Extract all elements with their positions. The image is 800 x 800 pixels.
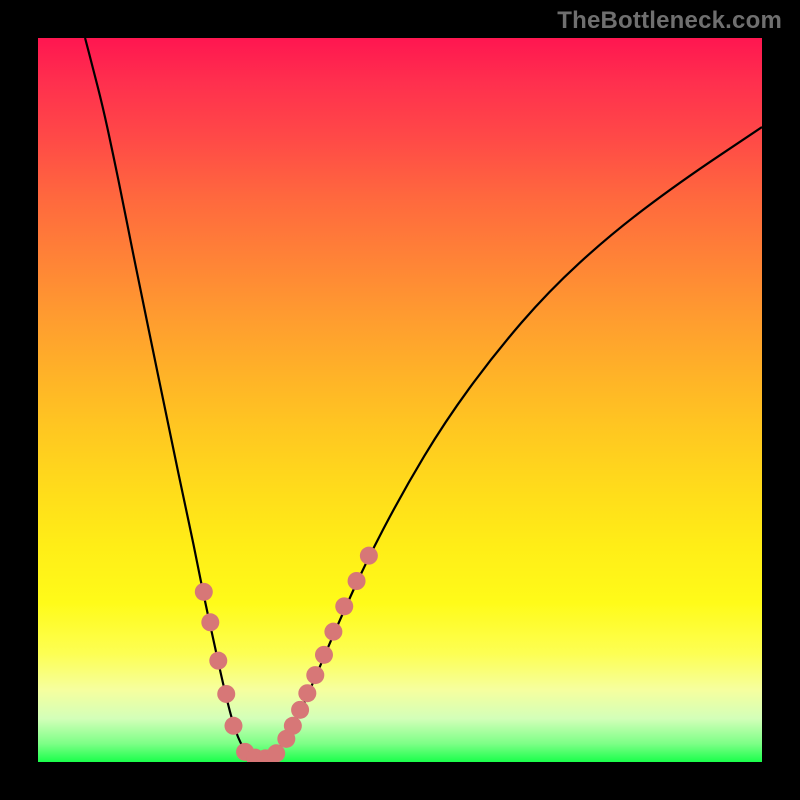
data-dot xyxy=(209,652,227,670)
data-dot xyxy=(195,583,213,601)
data-dot xyxy=(360,547,378,565)
data-dot xyxy=(324,623,342,641)
curve-svg xyxy=(38,38,762,762)
data-dots xyxy=(195,547,378,762)
plot-area xyxy=(38,38,762,762)
plot-frame: TheBottleneck.com xyxy=(0,0,800,800)
data-dot xyxy=(201,613,219,631)
bottleneck-curve xyxy=(85,38,762,758)
data-dot xyxy=(335,597,353,615)
watermark-text: TheBottleneck.com xyxy=(557,7,782,35)
data-dot xyxy=(224,717,242,735)
data-dot xyxy=(284,717,302,735)
data-dot xyxy=(306,666,324,684)
data-dot xyxy=(291,701,309,719)
data-dot xyxy=(298,684,316,702)
data-dot xyxy=(315,646,333,664)
data-dot xyxy=(348,572,366,590)
data-dot xyxy=(217,685,235,703)
